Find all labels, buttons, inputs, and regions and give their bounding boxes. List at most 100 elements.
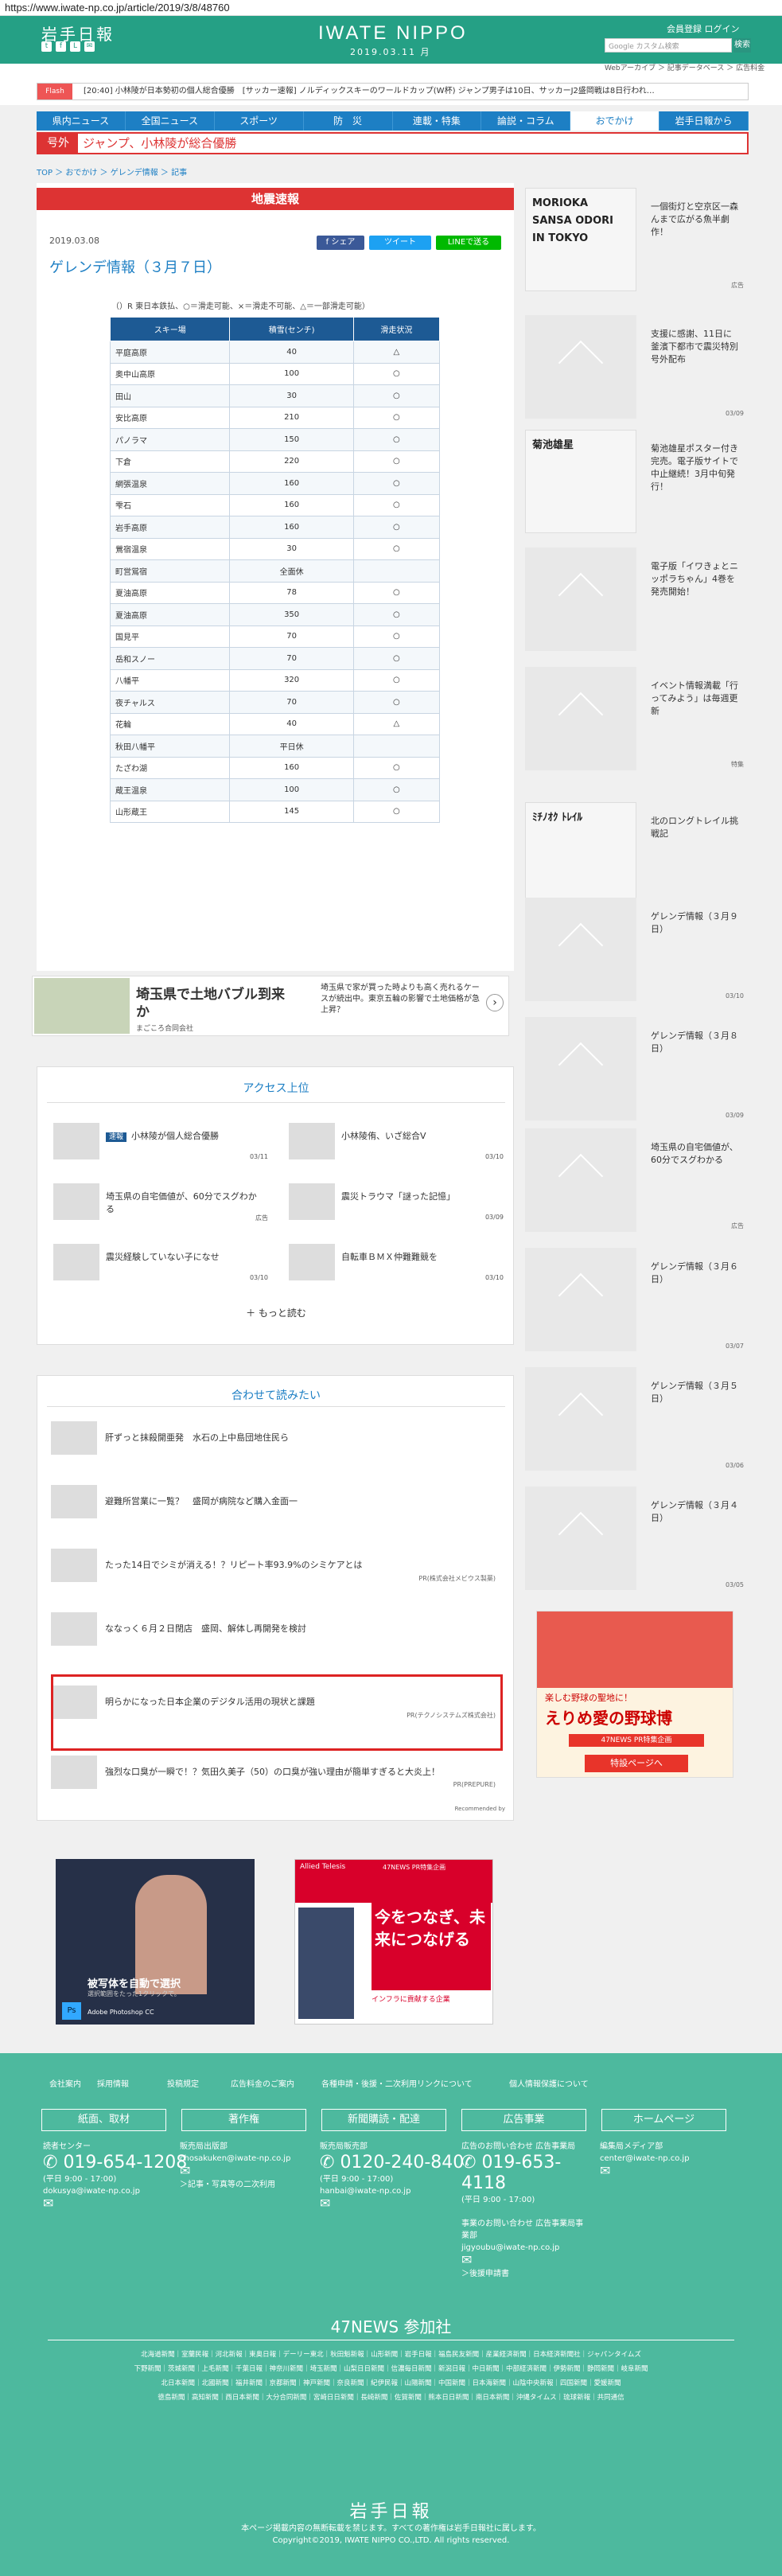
access-item[interactable]: 震災トラウマ「謎った記憶」 03/09	[289, 1180, 504, 1228]
access-item[interactable]: 埼玉県の自宅価値が、60分でスグわかる 広告	[53, 1180, 268, 1228]
sidebar-thumbnail[interactable]: MORIOKA SANSA ODORI IN TOKYO	[525, 188, 636, 291]
sidebar-item[interactable]: イベント情報満載「行ってみよう」は毎週更新 特集	[525, 667, 744, 770]
mail-icon[interactable]: ✉	[461, 2252, 472, 2267]
access-item-title[interactable]: 震災トラウマ「謎った記憶」	[341, 1190, 500, 1202]
nav-prefecture-news[interactable]: 県内ニュース	[37, 111, 126, 131]
related-thumbnail[interactable]	[51, 1612, 97, 1646]
related-item-title[interactable]: 肝ずっと抹殺開亜発 水石の上中島団地住民ら	[105, 1431, 289, 1444]
related-item[interactable]: ななっく６月２日閉店 盛岡、解体し再開発を検討	[51, 1604, 500, 1652]
footer-section-button[interactable]: ホームページ	[601, 2109, 726, 2131]
sidebar-thumbnail[interactable]	[525, 315, 636, 419]
ad-body[interactable]: 埼玉県で家が買った時よりも高く売れるケースが続出中。東京五輪の影響で土地価格が急…	[321, 983, 480, 1016]
footer-section-button[interactable]: 新聞購読・配達	[321, 2109, 446, 2131]
access-item-title[interactable]: 自転車ＢＭＸ仲難難競を	[341, 1250, 500, 1263]
access-item-title[interactable]: 小林陵侑、いざ総合V	[341, 1129, 500, 1142]
related-item-title[interactable]: ななっく６月２日閉店 盛岡、解体し再開発を検討	[105, 1622, 306, 1635]
sidebar-item[interactable]: 埼玉県の自宅価値が、60分でスグわかる 広告	[525, 1128, 744, 1232]
related-item-title[interactable]: たった14日でシミが消える！？リピート率93.9%のシミケアとは	[105, 1558, 362, 1571]
nav-disaster[interactable]: 防 災	[304, 111, 393, 131]
sidebar-thumbnail[interactable]	[525, 667, 636, 770]
sidebar-item[interactable]: ゲレンデ情報（３月５日） 03/06	[525, 1367, 744, 1471]
sidebar-thumbnail[interactable]	[525, 1367, 636, 1471]
twitter-icon[interactable]: t	[41, 41, 52, 52]
special-page-button[interactable]: 特設ページへ	[585, 1755, 688, 1772]
sidebar-item-title[interactable]: 一個街灯と空京区一森んまで広がる魚半劇作！	[651, 201, 738, 239]
sidebar-item[interactable]: 菊池雄星 菊池雄星ポスター付き完売。電子版サイトで中止継続！3月中旬発行！	[525, 430, 744, 533]
sponsor-link[interactable]: ＞後援申請書	[461, 2270, 509, 2278]
footer-link[interactable]: 各種申請・後援・二次利用	[321, 2077, 417, 2089]
breadcrumb[interactable]: TOP ＞ おでかけ ＞ ゲレンデ情報 ＞ 記事	[37, 166, 187, 177]
sidebar-item-title[interactable]: 北のロングトレイル挑戦記	[651, 815, 738, 840]
nav-sports[interactable]: スポーツ	[215, 111, 304, 131]
sidebar-item-title[interactable]: ゲレンデ情報（３月４日）	[651, 1499, 738, 1525]
footer-link[interactable]: 投稿規定	[167, 2077, 199, 2089]
mail-icon[interactable]: ✉	[84, 41, 95, 52]
nav-outing[interactable]: おでかけ	[570, 111, 660, 131]
chevron-right-icon[interactable]: ›	[486, 994, 504, 1011]
sidebar-thumbnail[interactable]: ﾐﾁﾉｵｸ ﾄﾚｲﾙ	[525, 802, 636, 906]
access-item[interactable]: 小林陵侑、いざ総合V 03/10	[289, 1120, 504, 1167]
article-thumbnail[interactable]	[289, 1123, 335, 1159]
related-thumbnail[interactable]	[51, 1549, 97, 1582]
footer-logo[interactable]: 岩手日報	[0, 2497, 782, 2523]
reuse-link[interactable]: ＞記事・写真等の二次利用	[180, 2180, 275, 2189]
sidebar-thumbnail[interactable]	[525, 898, 636, 1001]
ad-banner[interactable]: 埼玉県で土地バブル到来か まごころ合同会社 埼玉県で家が買った時よりも高く売れる…	[32, 976, 509, 1036]
sidebar-thumbnail[interactable]	[525, 1128, 636, 1232]
subscription-mail[interactable]: hanbai@iwate-np.co.jp	[320, 2187, 410, 2196]
sidebar-item-title[interactable]: 支援に感謝、11日に釜濱下都市で震災特別号外配布	[651, 328, 738, 366]
ad-tel[interactable]: ✆ 019-653-4118	[461, 2153, 589, 2194]
nav-national-news[interactable]: 全国ニュース	[126, 111, 215, 131]
address-bar[interactable]: https://www.iwate-np.co.jp/article/2019/…	[0, 0, 782, 16]
article-thumbnail[interactable]	[53, 1123, 99, 1159]
related-thumbnail[interactable]	[51, 1421, 97, 1455]
sidebar-item[interactable]: MORIOKA SANSA ODORI IN TOKYO 一個街灯と空京区一森んま…	[525, 188, 744, 291]
sidebar-item[interactable]: ゲレンデ情報（３月６日） 03/07	[525, 1248, 744, 1351]
article-thumbnail[interactable]	[53, 1183, 99, 1220]
related-item[interactable]: たった14日でシミが消える！？リピート率93.9%のシミケアとは PR(株式会社メ…	[51, 1541, 500, 1588]
sidebar-item-title[interactable]: ゲレンデ情報（３月６日）	[651, 1261, 738, 1286]
search-input[interactable]: Google カスタム検索	[605, 38, 732, 53]
mail-icon[interactable]: ✉	[600, 2163, 610, 2178]
related-thumbnail[interactable]	[51, 1485, 97, 1518]
sidebar-thumbnail[interactable]	[525, 548, 636, 651]
partner-list[interactable]: 北海道新聞｜室蘭民報｜河北新報｜東奥日報｜デーリー東北｜秋田魁新報｜山形新聞｜岩…	[56, 2349, 726, 2361]
sidebar-thumbnail[interactable]: 菊池雄星	[525, 430, 636, 533]
partner-list[interactable]: 北日本新聞｜北國新聞｜福井新聞｜京都新聞｜神戸新聞｜奈良新聞｜紀伊民報｜山陽新聞…	[56, 2378, 726, 2390]
sidebar-item[interactable]: 電子版「イワきょとニッポラちゃん」4巻を発売開始！	[525, 548, 744, 651]
sidebar-item-title[interactable]: 埼玉県の自宅価値が、60分でスグわかる	[651, 1141, 738, 1167]
web-archive-links[interactable]: Webアーカイブ ＞ 記事データベース ＞ 広告料金	[605, 62, 764, 72]
access-item-title[interactable]: 埼玉県の自宅価値が、60分でスグわかる	[106, 1190, 265, 1215]
related-item-title[interactable]: 強烈な口臭が一瞬で！？気田久美子（50）の口臭が強い理由が簡単すぎると大炎上！	[105, 1765, 440, 1778]
related-thumbnail[interactable]	[51, 1756, 97, 1789]
access-item[interactable]: 速報 小林陵が個人総合優勝 03/11	[53, 1120, 268, 1167]
related-item-title[interactable]: 避難所営業に一覧？ 盛岡が病院など購入金面一	[105, 1495, 298, 1507]
sidebar-item-title[interactable]: ゲレンデ情報（３月５日）	[651, 1380, 738, 1405]
footer-link[interactable]: 広告料金のご案内	[231, 2077, 294, 2089]
ad-title[interactable]: 埼玉県で土地バブル到来か	[136, 986, 295, 1021]
access-item-title[interactable]: 震災経験していない子になせ	[106, 1250, 265, 1263]
sidebar-thumbnail[interactable]	[525, 1248, 636, 1351]
sidebar-item-title[interactable]: イベント情報満載「行ってみよう」は毎週更新	[651, 680, 738, 718]
article-thumbnail[interactable]	[53, 1244, 99, 1280]
photoshop-ad[interactable]: 被写体を自動で選択 選択範囲をたった1クリックで。 Ps Adobe Photo…	[56, 1859, 255, 2025]
mail-icon[interactable]: ✉	[320, 2196, 330, 2211]
footer-link[interactable]: 会社案内	[49, 2077, 81, 2089]
related-item[interactable]: 肝ずっと抹殺開亜発 水石の上中島団地住民ら	[51, 1413, 500, 1461]
read-more-button[interactable]: ＋ もっと読む	[37, 1306, 515, 1319]
footer-link[interactable]: 採用情報	[97, 2077, 129, 2089]
event-mail[interactable]: jigyoubu@iwate-np.co.jp	[461, 2243, 559, 2252]
article-thumbnail[interactable]	[289, 1183, 335, 1220]
mail-icon[interactable]: ✉	[180, 2163, 190, 2178]
related-item[interactable]: 避難所営業に一覧？ 盛岡が病院など購入金面一	[51, 1477, 500, 1525]
side-ad-baseball[interactable]: 楽しむ野球の聖地に！ えりめ愛の野球博 47NEWS PR特集企画 特設ページへ	[536, 1611, 733, 1778]
line-icon[interactable]: L	[70, 41, 80, 52]
sidebar-thumbnail[interactable]	[525, 1487, 636, 1590]
sidebar-item[interactable]: ﾐﾁﾉｵｸ ﾄﾚｲﾙ 北のロングトレイル挑戦記	[525, 802, 744, 906]
nav-editorial[interactable]: 論説・コラム	[481, 111, 571, 131]
sidebar-item-title[interactable]: ゲレンデ情報（３月９日）	[651, 910, 738, 936]
facebook-icon[interactable]: f	[56, 41, 66, 52]
sidebar-item[interactable]: ゲレンデ情報（３月８日） 03/09	[525, 1017, 744, 1120]
sidebar-item-title[interactable]: 菊池雄星ポスター付き完売。電子版サイトで中止継続！3月中旬発行！	[651, 442, 738, 493]
sidebar-item[interactable]: ゲレンデ情報（３月４日） 03/05	[525, 1487, 744, 1590]
